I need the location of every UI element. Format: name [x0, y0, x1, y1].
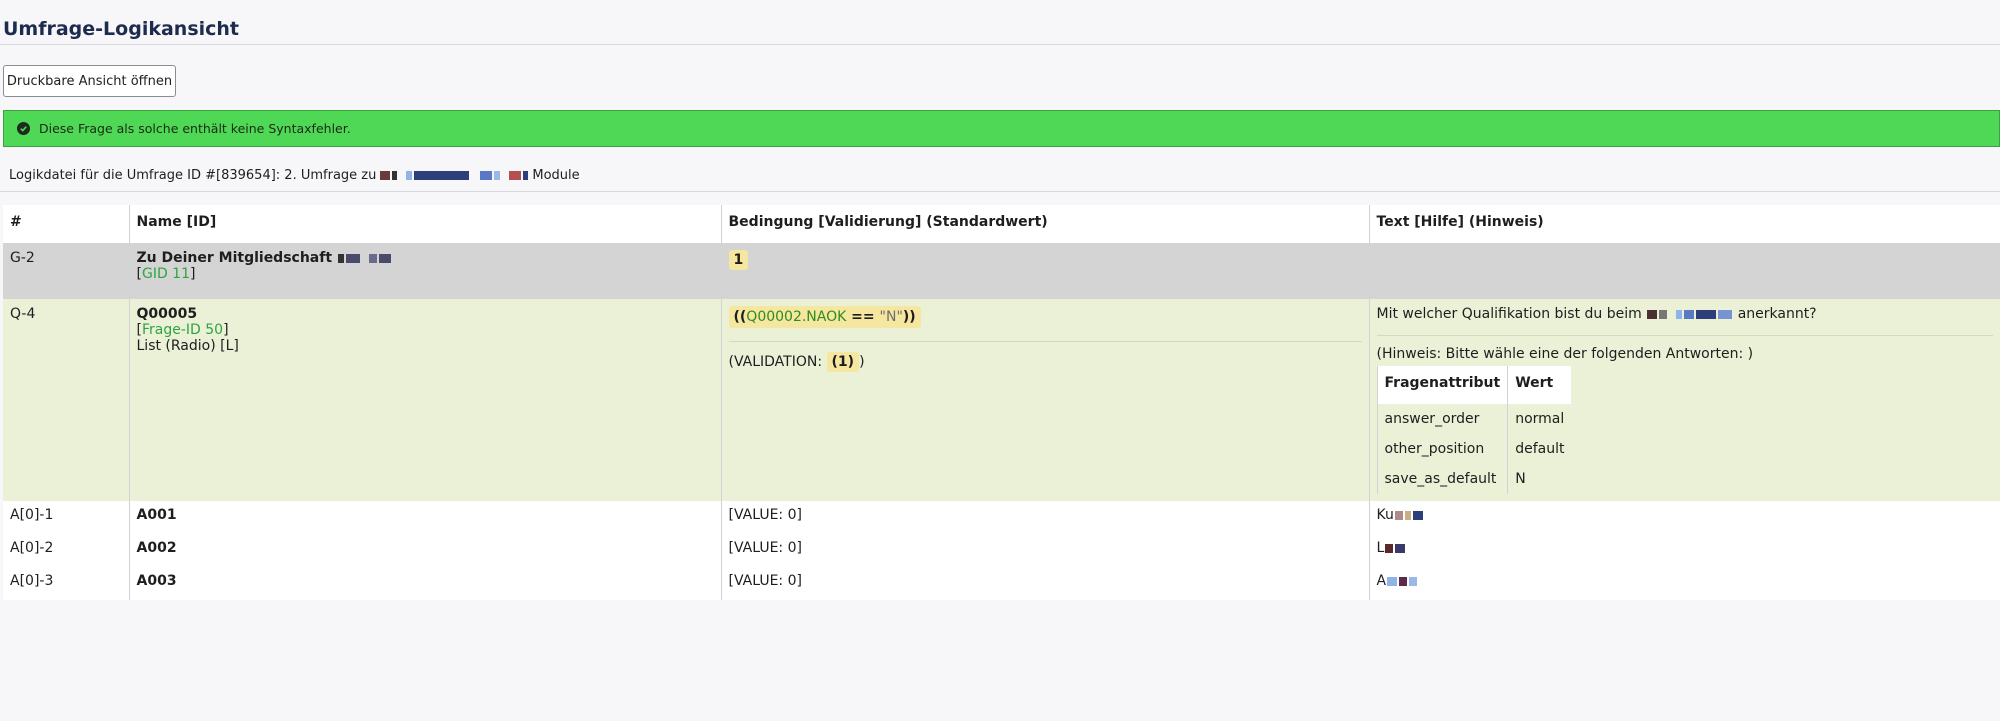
answer-value: [VALUE: 0] — [720, 501, 1369, 534]
group-text-cell — [1368, 243, 2000, 299]
redacted-survey-name — [379, 168, 529, 183]
text-divider — [1376, 335, 1993, 336]
answer-text-cell: L — [1368, 534, 2000, 567]
answer-text: A — [1376, 573, 1387, 589]
group-condition-badge: 1 — [728, 250, 749, 270]
attr-name: save_as_default — [1376, 464, 1508, 494]
attr-header-value: Wert — [1507, 366, 1572, 404]
question-text-suffix: anerkannt? — [1737, 306, 1817, 322]
logfile-divider — [0, 191, 2000, 192]
question-text-cell: Mit welcher Qualifikation bist du beim a… — [1368, 299, 2000, 501]
redacted-question-text — [1646, 306, 1737, 322]
attr-name: answer_order — [1376, 404, 1508, 434]
validation-prefix: (VALIDATION: — [728, 354, 827, 370]
group-id-link[interactable]: GID 11 — [142, 266, 190, 282]
attribute-row: save_as_default N — [1376, 464, 1572, 494]
open-printable-view-button[interactable]: Druckbare Ansicht öffnen — [3, 65, 176, 97]
validation-badge: (1) — [826, 352, 860, 372]
check-circle-icon — [17, 122, 30, 135]
question-condition-cell: ((Q00002.NAOK == "N")) (VALIDATION: (1)) — [720, 299, 1369, 501]
logic-table: # Name [ID] Bedingung [Validierung] (Sta… — [3, 205, 2000, 600]
attr-value: N — [1507, 464, 1572, 494]
cond-open: (( — [733, 309, 747, 325]
logfile-suffix: Module — [532, 168, 580, 183]
answer-num: A[0]-1 — [3, 501, 129, 534]
header-condition: Bedingung [Validierung] (Standardwert) — [720, 205, 1369, 243]
title-divider — [0, 44, 2000, 45]
attribute-row: answer_order normal — [1376, 404, 1572, 434]
question-condition-badge: ((Q00002.NAOK == "N")) — [728, 306, 921, 328]
syntax-success-alert: Diese Frage als solche enthält keine Syn… — [3, 110, 2000, 147]
logfile-prefix: Logikdatei für die Umfrage ID #[839654]:… — [9, 168, 377, 183]
answer-code: A002 — [128, 534, 721, 567]
question-type: List (Radio) [L] — [136, 338, 239, 354]
attribute-row: other_position default — [1376, 434, 1572, 464]
attr-value: default — [1507, 434, 1572, 464]
answer-text: Ku — [1376, 507, 1394, 523]
header-text: Text [Hilfe] (Hinweis) — [1368, 205, 2000, 243]
attr-value: normal — [1507, 404, 1572, 434]
table-header-row: # Name [ID] Bedingung [Validierung] (Sta… — [3, 205, 2000, 243]
group-name-cell: Zu Deiner Mitgliedschaft [GID 11] — [128, 243, 721, 299]
answer-text-cell: A — [1368, 567, 2000, 600]
answer-code: A003 — [128, 567, 721, 600]
page-title: Umfrage-Logikansicht — [3, 18, 240, 40]
header-num: # — [3, 205, 129, 243]
answer-row: A[0]-1 A001 [VALUE: 0] Ku — [3, 501, 2000, 534]
qid-close: ] — [223, 322, 229, 338]
header-name: Name [ID] — [128, 205, 721, 243]
answer-value: [VALUE: 0] — [720, 567, 1369, 600]
answer-num: A[0]-3 — [3, 567, 129, 600]
question-hint: (Hinweis: Bitte wähle eine der folgenden… — [1376, 346, 1754, 362]
group-name: Zu Deiner Mitgliedschaft — [136, 250, 333, 266]
gid-close: ] — [190, 266, 196, 282]
cond-variable: Q00002.NAOK — [746, 309, 847, 325]
attr-header-name: Fragenattribut — [1376, 366, 1508, 404]
question-row: Q-4 Q00005 [Frage-ID 50] List (Radio) [L… — [3, 299, 2000, 501]
answer-value: [VALUE: 0] — [720, 534, 1369, 567]
answer-row: A[0]-2 A002 [VALUE: 0] L — [3, 534, 2000, 567]
alert-text: Diese Frage als solche enthält keine Syn… — [39, 121, 351, 136]
condition-divider — [728, 341, 1362, 342]
group-num: G-2 — [3, 243, 129, 299]
question-text-prefix: Mit welcher Qualifikation bist du beim — [1376, 306, 1642, 322]
answer-num: A[0]-2 — [3, 534, 129, 567]
logfile-info: Logikdatei für die Umfrage ID #[839654]:… — [9, 168, 580, 183]
cond-string: "N" — [879, 309, 903, 325]
question-name-cell: Q00005 [Frage-ID 50] List (Radio) [L] — [128, 299, 721, 501]
attr-name: other_position — [1376, 434, 1508, 464]
validation-suffix: ) — [859, 354, 865, 370]
cond-operator: == — [846, 309, 880, 325]
answer-row: A[0]-3 A003 [VALUE: 0] A — [3, 567, 2000, 600]
answer-text-cell: Ku — [1368, 501, 2000, 534]
page: Umfrage-Logikansicht Druckbare Ansicht ö… — [0, 0, 2000, 721]
attribute-table: Fragenattribut Wert answer_order normal … — [1376, 366, 1572, 494]
answer-code: A001 — [128, 501, 721, 534]
redacted-group-suffix — [337, 250, 392, 266]
answer-text: L — [1376, 540, 1385, 556]
question-id-link[interactable]: Frage-ID 50 — [142, 322, 223, 338]
group-condition-cell: 1 — [720, 243, 1369, 299]
question-code: Q00005 — [136, 306, 198, 322]
question-num: Q-4 — [3, 299, 129, 501]
cond-close: )) — [902, 309, 916, 325]
group-row: G-2 Zu Deiner Mitgliedschaft [GID 11] 1 — [3, 243, 2000, 299]
